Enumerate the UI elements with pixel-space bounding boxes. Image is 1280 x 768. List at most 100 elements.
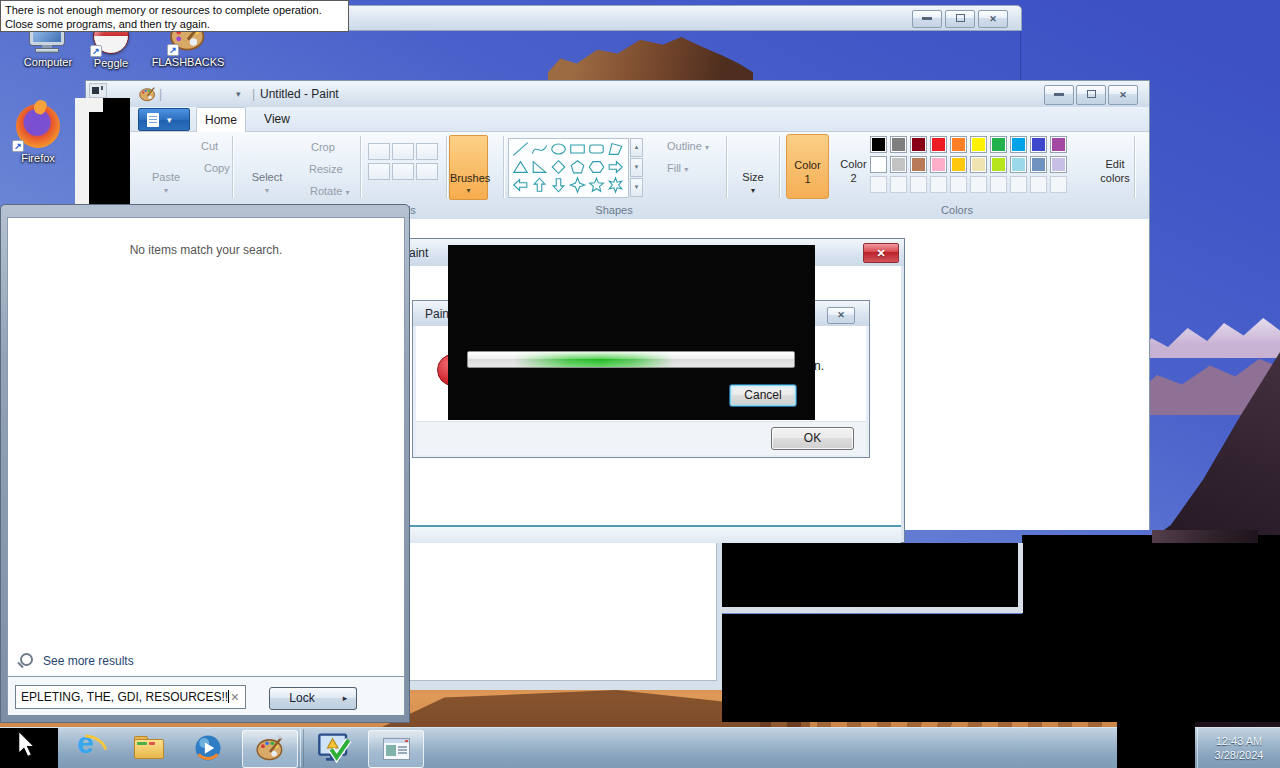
shapes-more-button[interactable]: ▼ <box>630 178 643 197</box>
taskbar-paint[interactable] <box>242 730 298 768</box>
lock-button[interactable]: Lock <box>269 687 335 710</box>
shape-arrow-right[interactable] <box>606 158 625 176</box>
select-button[interactable]: Select▾ <box>242 171 292 195</box>
shape-line[interactable] <box>511 140 530 158</box>
maximize-button[interactable] <box>945 10 975 28</box>
color-swatch[interactable] <box>930 136 947 153</box>
rotate-button[interactable]: Rotate ▾ <box>310 185 364 197</box>
shape-rectangle[interactable] <box>568 140 587 158</box>
color-swatch[interactable] <box>1050 136 1067 153</box>
color-swatch[interactable] <box>1050 156 1067 173</box>
see-more-results-link[interactable]: See more results <box>18 652 218 670</box>
tab-home[interactable]: Home <box>196 107 246 132</box>
taskbar-media-player[interactable] <box>192 733 226 763</box>
color-swatch[interactable] <box>950 136 967 153</box>
taskbar-clock[interactable]: 12:43 AM 3/28/2024 <box>1197 728 1280 768</box>
shape-polygon[interactable] <box>606 140 625 158</box>
color1-button[interactable]: Color1 <box>786 134 829 199</box>
color-swatch[interactable] <box>890 156 907 173</box>
search-input[interactable]: EPLETING, THE, GDI, RESOURCES!! × <box>15 685 246 709</box>
shape-ellipse[interactable] <box>549 140 568 158</box>
scroll-down-button[interactable]: ▼ <box>630 158 643 177</box>
color-swatch[interactable] <box>990 156 1007 173</box>
color-swatch[interactable] <box>1010 156 1027 173</box>
lock-options-arrow[interactable]: ▸ <box>334 687 357 710</box>
no-results-text: No items match your search. <box>8 243 404 257</box>
color-swatch[interactable] <box>910 136 927 153</box>
outline-button[interactable]: Outline ▾ <box>667 140 719 152</box>
ok-button[interactable]: OK <box>771 427 854 450</box>
shape-arrow-up[interactable] <box>530 176 549 194</box>
resize-button[interactable]: Resize <box>309 163 353 175</box>
color-swatch[interactable] <box>930 156 947 173</box>
shape-right-triangle[interactable] <box>530 158 549 176</box>
shape-pentagon[interactable] <box>568 158 587 176</box>
brushes-button[interactable]: Brushes ▾ <box>449 135 488 200</box>
taskbar-app[interactable] <box>368 730 424 768</box>
cancel-button[interactable]: Cancel <box>729 384 797 407</box>
taskbar-explorer[interactable] <box>132 734 166 762</box>
clear-search-icon[interactable]: × <box>231 686 239 708</box>
color-swatch[interactable] <box>870 136 887 153</box>
color-swatch[interactable] <box>890 136 907 153</box>
color-swatch[interactable] <box>970 156 987 173</box>
shape-five-point-star[interactable] <box>587 176 606 194</box>
desktop-icon-firefox[interactable]: ↗ Firefox <box>4 102 72 164</box>
close-button[interactable]: ✕ <box>1108 85 1138 105</box>
tool-slot[interactable] <box>416 143 438 160</box>
file-menu-button[interactable]: ▾ <box>138 108 190 131</box>
color-swatch-empty[interactable] <box>950 176 967 193</box>
maximize-button[interactable] <box>1076 85 1106 105</box>
tool-slot[interactable] <box>392 143 414 160</box>
color-swatch[interactable] <box>990 136 1007 153</box>
tool-slot[interactable] <box>416 163 438 180</box>
copy-button[interactable]: Copy <box>204 162 244 174</box>
shape-four-point-star[interactable] <box>568 176 587 194</box>
color-swatch-empty[interactable] <box>1050 176 1067 193</box>
color-swatch-empty[interactable] <box>870 176 887 193</box>
color-swatch[interactable] <box>1030 156 1047 173</box>
color-swatch[interactable] <box>970 136 987 153</box>
close-button[interactable]: ✕ <box>863 243 899 263</box>
color-swatch-empty[interactable] <box>930 176 947 193</box>
color-swatch[interactable] <box>1030 136 1047 153</box>
tool-slot[interactable] <box>368 163 390 180</box>
paint-titlebar[interactable]: | ▾ | Untitled - Paint ✕ <box>86 81 1149 107</box>
color-swatch[interactable] <box>1010 136 1027 153</box>
color-swatch-empty[interactable] <box>990 176 1007 193</box>
tool-slot[interactable] <box>392 163 414 180</box>
minimize-button[interactable] <box>912 10 942 28</box>
scroll-up-button[interactable]: ▲ <box>630 138 643 157</box>
wallpaper-patch <box>1152 530 1258 543</box>
tab-view[interactable]: View <box>252 107 302 132</box>
shape-arrow-left[interactable] <box>511 176 530 194</box>
color-swatch-empty[interactable] <box>910 176 927 193</box>
shape-hexagon[interactable] <box>587 158 606 176</box>
shape-six-point-star[interactable] <box>606 176 625 194</box>
color-swatch[interactable] <box>870 156 887 173</box>
fill-button[interactable]: Fill ▾ <box>667 162 707 174</box>
shape-curve[interactable] <box>530 140 549 158</box>
close-button[interactable]: ✕ <box>827 307 855 324</box>
cut-button[interactable]: Cut <box>201 140 235 152</box>
color-swatch-empty[interactable] <box>970 176 987 193</box>
color-swatch[interactable] <box>910 156 927 173</box>
minimize-button[interactable] <box>1044 85 1074 105</box>
crop-button[interactable]: Crop <box>311 141 351 153</box>
color-swatch[interactable] <box>950 156 967 173</box>
tool-slot[interactable] <box>368 143 390 160</box>
close-button[interactable]: ✕ <box>978 10 1008 28</box>
taskbar-antivirus[interactable] <box>314 732 354 764</box>
shape-rounded-rectangle[interactable] <box>587 140 606 158</box>
shape-diamond[interactable] <box>549 158 568 176</box>
color-swatch-empty[interactable] <box>890 176 907 193</box>
size-button[interactable]: Size▾ <box>731 171 775 195</box>
paste-button[interactable]: Paste▾ <box>141 171 191 195</box>
edit-colors-button[interactable]: Editcolors <box>1086 157 1144 185</box>
quick-access-chevron-icon[interactable]: ▾ <box>236 89 241 99</box>
shape-arrow-down[interactable] <box>549 176 568 194</box>
shape-triangle[interactable] <box>511 158 530 176</box>
color-swatch-empty[interactable] <box>1010 176 1027 193</box>
taskbar-ie[interactable]: e <box>72 733 106 763</box>
color-swatch-empty[interactable] <box>1030 176 1047 193</box>
